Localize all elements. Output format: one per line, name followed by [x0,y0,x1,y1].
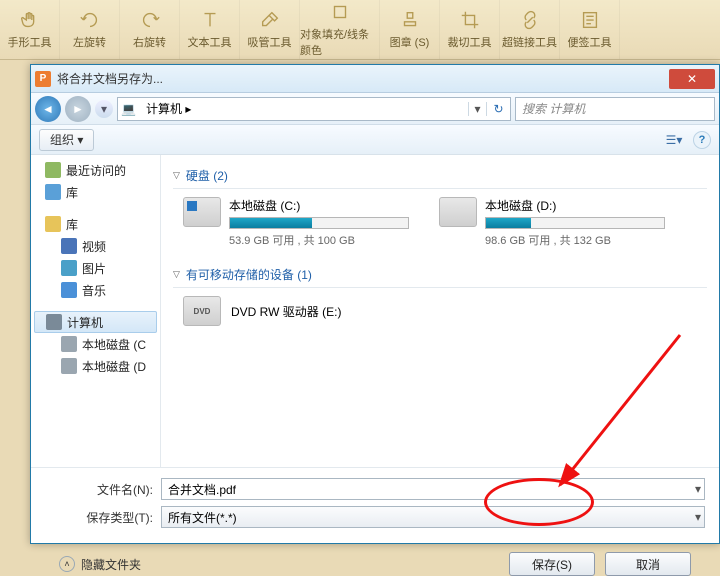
libo-icon [45,216,61,232]
filetype-select[interactable]: 所有文件(*.*)▾ [161,506,705,528]
save-button[interactable]: 保存(S) [509,552,595,576]
tree-item-libo[interactable]: 库 [31,213,160,235]
group-hard-disks[interactable]: ▽硬盘 (2) [173,163,707,189]
tree-item-disk[interactable]: 本地磁盘 (D [31,355,160,377]
drive-dvd[interactable]: DVD DVD RW 驱动器 (E:) [183,296,707,326]
tree-item-music[interactable]: 音乐 [31,279,160,301]
text-icon [199,9,221,31]
ribbon-link[interactable]: 超链接工具 [500,0,560,59]
drive-1[interactable]: 本地磁盘 (D:)98.6 GB 可用 , 共 132 GB [439,197,665,248]
tree-item-pc[interactable]: 计算机 [34,311,157,333]
stamp-icon [399,9,421,31]
save-as-dialog: P 将合并文档另存为... ✕ ◄ ► ▾ 💻 计算机 ▸ ▾ ↻ 搜索 计算机… [30,64,720,544]
nav-row: ◄ ► ▾ 💻 计算机 ▸ ▾ ↻ 搜索 计算机 [31,93,719,125]
disk-icon [439,197,477,227]
usage-bar [485,217,665,229]
address-bar[interactable]: 💻 计算机 ▸ ▾ ↻ [117,97,511,121]
rotl-icon [79,9,101,31]
computer-icon: 💻 [118,98,140,120]
ribbon-text[interactable]: 文本工具 [180,0,240,59]
dropdown-icon[interactable]: ▾ [695,482,701,496]
breadcrumb-segment[interactable]: 计算机 ▸ [140,98,198,120]
collapse-icon: ▽ [173,170,180,181]
dropdown-icon[interactable]: ▾ [695,510,701,524]
cancel-button[interactable]: 取消 [605,552,691,576]
filename-label: 文件名(N): [45,481,161,498]
recent-locations-button[interactable]: ▾ [95,100,113,118]
tree-item-recent[interactable]: 最近访问的 [31,159,160,181]
filetype-label: 保存类型(T): [45,509,161,526]
fill-icon [329,1,351,23]
chevron-up-icon: ˄ [59,556,75,572]
ribbon-stamp[interactable]: 图章 (S) [380,0,440,59]
help-button[interactable]: ? [693,131,711,149]
tree-item-lib[interactable]: 库 [31,181,160,203]
disk-icon [183,197,221,227]
link-icon [519,9,541,31]
rotr-icon [139,9,161,31]
usage-bar [229,217,409,229]
titlebar: P 将合并文档另存为... ✕ [31,65,719,93]
close-button[interactable]: ✕ [669,69,715,89]
collapse-icon: ▽ [173,269,180,280]
group-removable[interactable]: ▽有可移动存储的设备 (1) [173,262,707,288]
app-icon: P [35,71,51,87]
tree-item-disk[interactable]: 本地磁盘 (C [31,333,160,355]
address-dropdown[interactable]: ▾ [468,102,486,116]
ribbon-rotl[interactable]: 左旋转 [60,0,120,59]
pic-icon [61,260,77,276]
tree-item-pic[interactable]: 图片 [31,257,160,279]
ribbon-crop[interactable]: 裁切工具 [440,0,500,59]
content-pane: ▽硬盘 (2) 本地磁盘 (C:)53.9 GB 可用 , 共 100 GB 本地… [161,155,719,467]
view-button[interactable]: ☰▾ [661,129,687,151]
recent-icon [45,162,61,178]
pipette-icon [259,9,281,31]
disk-icon [61,336,77,352]
hide-folders-toggle[interactable]: ˄隐藏文件夹 [59,556,141,573]
video-icon [61,238,77,254]
nav-tree: 最近访问的库库视频图片音乐计算机本地磁盘 (C本地磁盘 (D [31,155,161,467]
tree-item-video[interactable]: 视频 [31,235,160,257]
drive-0[interactable]: 本地磁盘 (C:)53.9 GB 可用 , 共 100 GB [183,197,409,248]
note-icon [579,9,601,31]
dialog-title: 将合并文档另存为... [57,70,669,87]
dialog-body: 最近访问的库库视频图片音乐计算机本地磁盘 (C本地磁盘 (D ▽硬盘 (2) 本… [31,155,719,467]
dvd-icon: DVD [183,296,221,326]
ribbon-pipette[interactable]: 吸管工具 [240,0,300,59]
lib-icon [45,184,61,200]
search-input[interactable]: 搜索 计算机 [515,97,715,121]
ribbon-note[interactable]: 便签工具 [560,0,620,59]
ribbon-fill[interactable]: 对象填充/线条颜色 [300,0,380,59]
ribbon-toolbar: 手形工具左旋转右旋转文本工具吸管工具对象填充/线条颜色图章 (S)裁切工具超链接… [0,0,720,60]
back-button[interactable]: ◄ [35,96,61,122]
organize-button[interactable]: 组织 ▾ [39,129,94,151]
filename-input[interactable]: 合并文档.pdf▾ [161,478,705,500]
music-icon [61,282,77,298]
refresh-button[interactable]: ↻ [486,102,510,116]
toolbar: 组织 ▾ ☰▾ ? [31,125,719,155]
disk-icon [61,358,77,374]
forward-button[interactable]: ► [65,96,91,122]
crop-icon [459,9,481,31]
pc-icon [46,314,62,330]
ribbon-hand[interactable]: 手形工具 [0,0,60,59]
hand-icon [19,9,41,31]
ribbon-rotr[interactable]: 右旋转 [120,0,180,59]
